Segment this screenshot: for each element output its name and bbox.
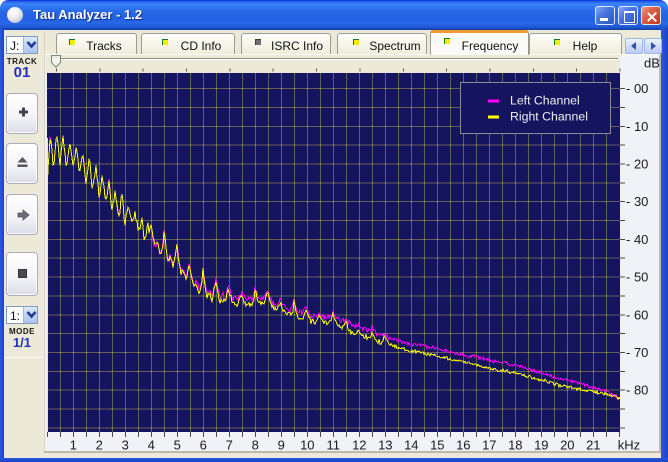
svg-text:8: 8 <box>252 438 259 453</box>
svg-text:- 40: - 40 <box>626 232 648 247</box>
svg-text:- 00: - 00 <box>626 81 648 96</box>
svg-text:- 10: - 10 <box>626 119 648 134</box>
svg-text:13: 13 <box>378 438 392 453</box>
svg-text:1: 1 <box>70 438 77 453</box>
svg-text:kHz: kHz <box>618 438 640 453</box>
svg-text:11: 11 <box>327 438 341 453</box>
svg-text:7: 7 <box>226 438 233 453</box>
svg-text:- 70: - 70 <box>626 345 648 360</box>
svg-text:4: 4 <box>148 438 155 453</box>
svg-text:- 60: - 60 <box>626 307 648 322</box>
svg-text:- 80: - 80 <box>626 383 648 398</box>
svg-text:14: 14 <box>404 438 418 453</box>
svg-text:15: 15 <box>430 438 444 453</box>
svg-text:6: 6 <box>200 438 207 453</box>
svg-text:16: 16 <box>456 438 470 453</box>
svg-text:12: 12 <box>352 438 366 453</box>
svg-text:Left Channel: Left Channel <box>510 94 580 108</box>
svg-text:17: 17 <box>482 438 496 453</box>
svg-text:20: 20 <box>560 438 574 453</box>
svg-text:3: 3 <box>122 438 129 453</box>
svg-text:- 20: - 20 <box>626 157 648 172</box>
svg-text:- 30: - 30 <box>626 194 648 209</box>
svg-text:9: 9 <box>278 438 285 453</box>
svg-text:10: 10 <box>300 438 314 453</box>
svg-text:dB: dB <box>644 56 660 71</box>
svg-text:21: 21 <box>586 438 600 453</box>
svg-text:- 50: - 50 <box>626 270 648 285</box>
svg-text:2: 2 <box>96 438 103 453</box>
svg-text:Right Channel: Right Channel <box>510 110 588 124</box>
svg-text:19: 19 <box>534 438 548 453</box>
svg-text:18: 18 <box>508 438 522 453</box>
svg-text:5: 5 <box>174 438 181 453</box>
